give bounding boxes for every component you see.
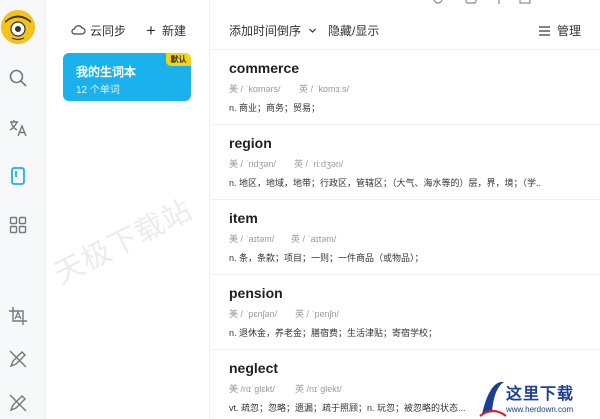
feedback-icon[interactable]: [465, 0, 477, 4]
phonetic-us[interactable]: 美 /nɪˈɡlɛkt/: [229, 382, 275, 395]
phonetic-us[interactable]: 美 / ˈpɛnʃən/: [229, 307, 277, 320]
main-content: 添加时间倒序 隐藏/显示 管理 commerce 美 / ˈkɑmərs/ 英 …: [211, 0, 600, 419]
phonetic-us[interactable]: 美 / ˈridʒən/: [229, 157, 276, 170]
list-item[interactable]: pension 美 / ˈpɛnʃən/ 英 / ˈpenʃn/ n. 退休金，…: [211, 275, 600, 350]
phonetic-uk[interactable]: 英 / ˈkɒmɜːs/: [299, 82, 349, 95]
chevron-down-icon: [309, 28, 316, 33]
word-meaning: n. 商业；商务；贸易；: [229, 103, 321, 113]
plus-icon: +: [146, 20, 156, 40]
new-wordbook-label: 新建: [161, 23, 186, 38]
phonetic-us[interactable]: 美 / ˈkɑmərs/: [229, 82, 281, 95]
main-toolbar: 添加时间倒序 隐藏/显示 管理: [211, 0, 600, 50]
phonetic-uk[interactable]: 英 /nɪˈɡlekt/: [295, 382, 342, 395]
brand-url: www.herdown.com: [506, 405, 574, 414]
hide-show-button[interactable]: 隐藏/显示: [328, 22, 379, 39]
word-headword: region: [229, 135, 272, 151]
list-item[interactable]: item 美 / ˈaɪtəm/ 英 / ˈaɪtəm/ n. 条，条款；项目；…: [211, 200, 600, 275]
cloud-sync-button[interactable]: 云同步: [70, 20, 126, 40]
phonetic-uk[interactable]: 英 / ˈriːdʒən/: [294, 157, 343, 170]
avatar[interactable]: [1, 10, 35, 44]
sort-order-label: 添加时间倒序: [229, 24, 302, 38]
new-wordbook-button[interactable]: + 新建: [146, 20, 186, 40]
word-headword: pension: [229, 285, 283, 301]
sort-order-dropdown[interactable]: 添加时间倒序: [229, 22, 317, 39]
word-meaning: n. 退休金，养老金；膳宿费；生活津贴；寄宿学校；: [229, 328, 438, 338]
nav-rail: [0, 0, 46, 419]
screenshot-translate-icon[interactable]: [7, 305, 29, 327]
logo-emblem-icon: [479, 381, 507, 417]
wordbook-title: 我的生词本: [76, 65, 137, 79]
settings-pen-icon[interactable]: [7, 391, 29, 413]
settings-icon[interactable]: [432, 0, 444, 4]
phonetic-uk[interactable]: 英 / ˈaɪtəm/: [291, 232, 336, 245]
translate-icon[interactable]: [7, 117, 29, 139]
pen-icon[interactable]: [7, 348, 29, 370]
word-meaning: n. 条，条款；项目；一则；一件商品（或物品）；: [229, 253, 424, 263]
phonetic-uk[interactable]: 英 / ˈpenʃn/: [295, 307, 339, 320]
wordbook-count: 12 个单词: [76, 85, 120, 96]
word-list: commerce 美 / ˈkɑmərs/ 英 / ˈkɒmɜːs/ n. 商业…: [211, 50, 600, 419]
brand-title: 这里下载: [506, 384, 575, 403]
apps-icon[interactable]: [7, 214, 29, 236]
pin-icon[interactable]: [493, 0, 505, 4]
manage-label: 管理: [557, 24, 582, 38]
manage-button[interactable]: 管理: [539, 22, 582, 39]
site-logo: 这里下载 www.herdown.com: [478, 376, 600, 419]
word-meaning: n. 地区，地域，地带；行政区，管辖区；（大气、海水等的）层，界，境；（学..: [229, 178, 542, 188]
word-headword: item: [229, 210, 258, 226]
list-item[interactable]: commerce 美 / ˈkɑmərs/ 英 / ˈkɒmɜːs/ n. 商业…: [211, 50, 600, 125]
minimize-window-icon[interactable]: [519, 0, 531, 4]
word-headword: neglect: [229, 360, 279, 376]
menu-icon: [539, 25, 550, 36]
wordbook-card[interactable]: 我的生词本 12 个单词 默认: [63, 53, 191, 101]
wordbook-icon[interactable]: [7, 165, 29, 187]
cloud-sync-label: 云同步: [90, 23, 127, 38]
search-icon[interactable]: [7, 67, 29, 89]
default-badge: 默认: [166, 53, 191, 66]
word-headword: commerce: [229, 60, 300, 76]
wordbook-panel: 云同步 + 新建 我的生词本 12 个单词 默认: [46, 0, 210, 419]
phonetic-us[interactable]: 美 / ˈaɪtəm/: [229, 232, 274, 245]
panel-toolbar: 云同步 + 新建: [46, 20, 210, 40]
cloud-icon: [71, 25, 86, 35]
list-item[interactable]: region 美 / ˈridʒən/ 英 / ˈriːdʒən/ n. 地区，…: [211, 125, 600, 200]
